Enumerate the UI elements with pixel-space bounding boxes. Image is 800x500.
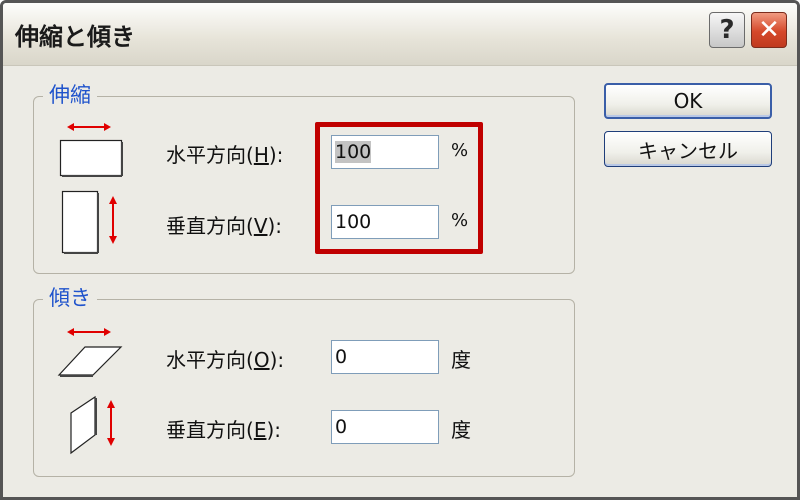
scale-vertical-label: 垂直方向(V): xyxy=(166,214,283,238)
degree-unit: 度 xyxy=(451,348,471,372)
skew-horizontal-label: 水平方向(O): xyxy=(166,348,285,372)
horizontal-scale-icon xyxy=(59,123,123,177)
skew-vertical-input[interactable]: 0 xyxy=(331,410,439,444)
title-bar[interactable]: 伸縮と傾き ? ✕ xyxy=(3,3,797,66)
degree-unit: 度 xyxy=(451,418,471,442)
scale-horizontal-label: 水平方向(H): xyxy=(166,143,284,167)
close-icon: ✕ xyxy=(758,15,780,45)
horizontal-skew-icon xyxy=(57,328,123,377)
help-button[interactable]: ? xyxy=(709,12,745,48)
skew-vertical-label: 垂直方向(E): xyxy=(166,418,281,442)
highlight-box xyxy=(315,122,483,254)
cancel-button-label: キャンセル xyxy=(638,138,738,163)
dialog-title: 伸縮と傾き xyxy=(15,23,135,51)
cancel-button[interactable]: キャンセル xyxy=(604,131,772,167)
skew-horizontal-input[interactable]: 0 xyxy=(331,340,439,374)
vertical-skew-icon xyxy=(70,395,115,455)
close-button[interactable]: ✕ xyxy=(751,12,787,48)
help-icon: ? xyxy=(719,15,735,45)
scale-group-title: 伸縮 xyxy=(43,82,97,108)
ok-button-label: OK xyxy=(673,89,703,113)
stretch-skew-dialog: 伸縮と傾き ? ✕ 伸縮 水平方向(H): 100 % 垂直方向(V): 100… xyxy=(0,0,800,500)
vertical-scale-icon xyxy=(61,190,117,254)
skew-group-title: 傾き xyxy=(43,285,97,311)
ok-button[interactable]: OK xyxy=(604,83,772,119)
